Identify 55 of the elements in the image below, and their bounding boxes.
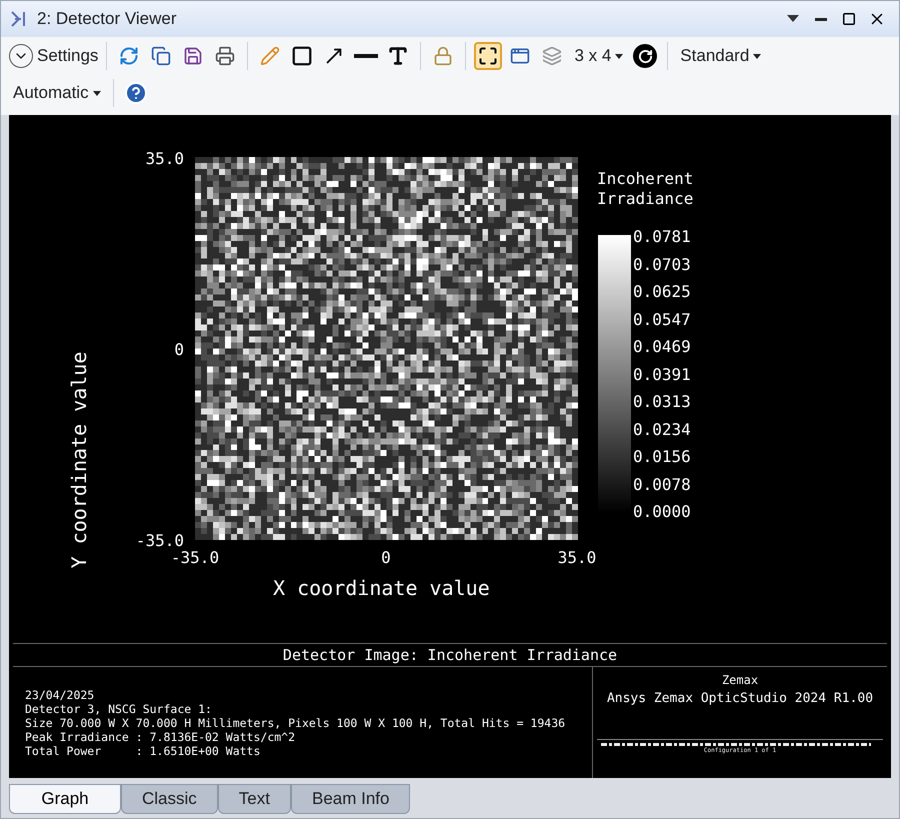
info-line: Size 70.000 W X 70.000 H Millimeters, Pixels 100 W X 100 H, Total Hits = 19436 [25, 716, 566, 730]
grid-toggle-button[interactable] [474, 42, 502, 70]
y-tick-label: 35.0 [145, 148, 184, 170]
info-line: Peak Irradiance : 7.8136E-02 Watts/cm^2 [25, 730, 296, 744]
caret-icon [92, 90, 101, 96]
window-icon [510, 46, 530, 66]
style-dropdown[interactable]: Standard [676, 43, 766, 69]
colorbar-tick-label: 0.0156 [633, 446, 691, 468]
colorbar-tick-label: 0.0313 [633, 391, 691, 413]
maximize-icon [842, 12, 856, 26]
rotate-icon [633, 44, 658, 68]
caret-icon [615, 54, 624, 58]
colorbar-tick-label: 0.0703 [633, 254, 691, 276]
settings-button[interactable]: Settings [9, 43, 98, 69]
legend-title: Incoherent Irradiance [597, 169, 694, 209]
rectangle-icon [291, 45, 314, 67]
refresh-icon [119, 46, 140, 66]
save-icon [183, 46, 204, 66]
info-line: 23/04/2025 [25, 688, 96, 702]
view-tab[interactable]: Beam Info [290, 784, 410, 814]
window-title: 2: Detector Viewer [37, 8, 177, 30]
colorbar-tick-label: 0.0000 [633, 501, 691, 523]
colorbar-tick-label: 0.0234 [633, 418, 691, 440]
colorbar-tick-label: 0.0469 [633, 336, 691, 358]
colorbar-tick-label: 0.0078 [633, 474, 691, 496]
colorbar-tick-label: 0.0625 [633, 281, 691, 303]
company-name: Zemax [720, 672, 760, 689]
print-icon [215, 46, 236, 66]
caret-icon [787, 15, 799, 23]
y-tick-label: 0 [174, 339, 184, 361]
colorbar-tick-label: 0.0391 [633, 364, 691, 386]
x-axis-label: X coordinate value [273, 575, 490, 602]
grid-toggle-icon [478, 46, 498, 66]
layout-dropdown[interactable]: 3 x 4 [570, 43, 628, 69]
info-title: Detector Image: Incoherent Irradiance [282, 645, 618, 666]
colorbar-tick-label: 0.0547 [633, 308, 691, 330]
pencil-icon [260, 46, 280, 66]
view-tab[interactable]: Classic [121, 784, 218, 814]
x-tick-label: 0 [380, 547, 392, 569]
help-icon [124, 81, 148, 105]
copy-icon [151, 46, 172, 66]
text-tool-icon [387, 45, 410, 67]
x-tick-label: 35.0 [556, 547, 598, 569]
y-axis-label: Y coordinate value [66, 350, 92, 570]
view-tab[interactable]: Graph [9, 784, 121, 814]
caret-icon [753, 54, 762, 58]
info-line: Detector 3, NSCG Surface 1: [25, 702, 213, 716]
product-name: Ansys Zemax OpticStudio 2024 R1.00 [606, 690, 874, 708]
colorbar-tick-label: 0.0781 [633, 226, 691, 248]
scale-dropdown[interactable]: Automatic [9, 80, 105, 106]
view-tab[interactable]: Text [218, 784, 291, 814]
minimize-icon [815, 18, 827, 20]
layers-icon [542, 46, 562, 66]
info-line: Total Power : 1.6510E+00 Watts [25, 744, 262, 758]
lock-icon [433, 46, 454, 66]
